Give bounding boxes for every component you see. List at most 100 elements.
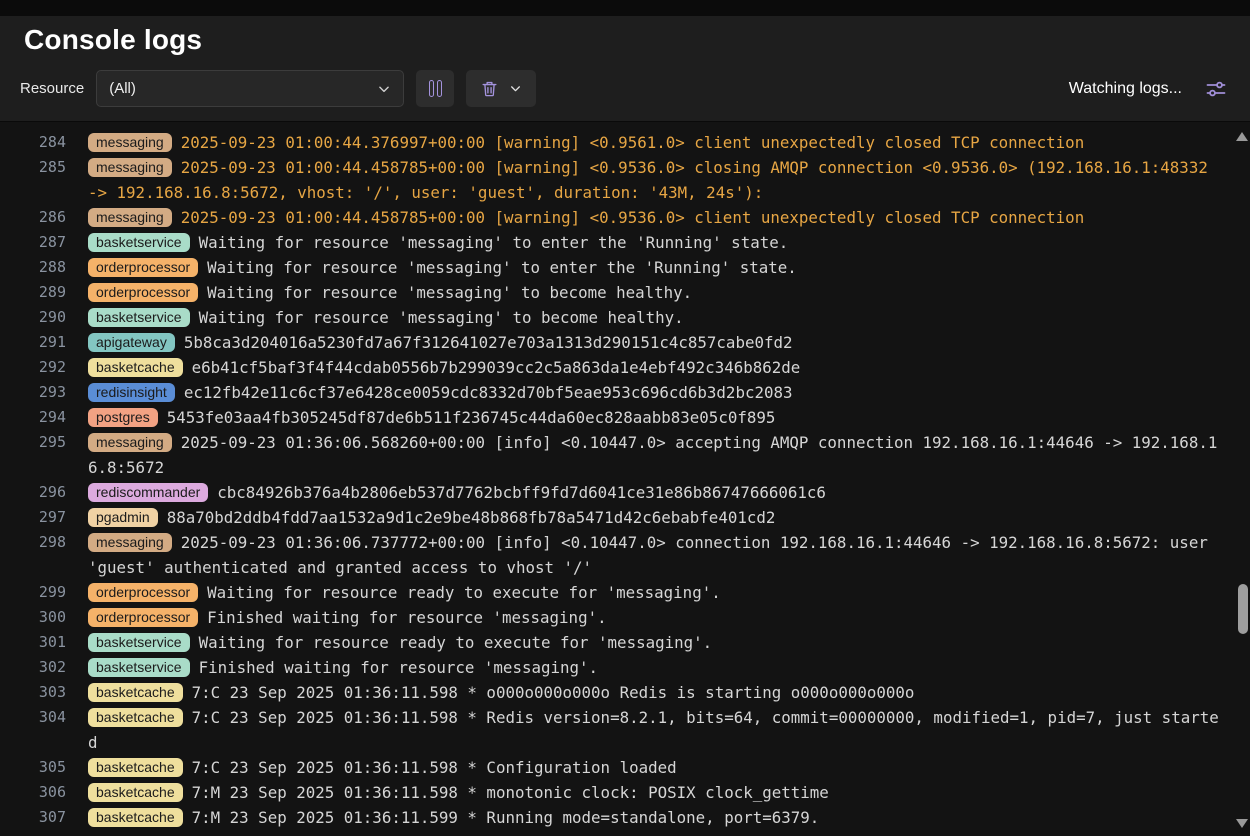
line-number: 307 bbox=[0, 805, 66, 830]
log-row: 293redisinsightec12fb42e11c6cf37e6428ce0… bbox=[0, 380, 1224, 405]
log-row: 302 basketservice Finished waiting for res… bbox=[0, 655, 1224, 680]
vertical-scrollbar[interactable] bbox=[1234, 122, 1250, 836]
log-text: 7:M 23 Sep 2025 01:36:11.599 * Running m… bbox=[192, 808, 820, 827]
scroll-down-arrow-icon[interactable] bbox=[1236, 819, 1248, 828]
resource-badge: basketcache bbox=[88, 358, 183, 377]
log-content: messaging2025-09-23 01:00:44.458785+00:0… bbox=[66, 155, 1224, 205]
resource-badge: basketcache bbox=[88, 783, 183, 802]
log-content: apigateway5b8ca3d204016a5230fd7a67f31264… bbox=[66, 330, 1224, 355]
page-header: Console logs Resource (All) bbox=[0, 16, 1250, 122]
chevron-down-icon[interactable] bbox=[509, 82, 522, 95]
toolbar: Resource (All) bbox=[0, 70, 1250, 121]
line-number: 294 bbox=[0, 405, 66, 430]
line-number: 300 bbox=[0, 605, 66, 630]
log-text: Waiting for resource 'messaging' to ente… bbox=[207, 258, 797, 277]
log-content: orderprocessorFinished waiting for resou… bbox=[66, 605, 1224, 630]
log-text: 7:C 23 Sep 2025 01:36:11.598 * o000o000o… bbox=[192, 683, 915, 702]
log-text: 2025-09-23 01:36:06.568260+00:00 [info] … bbox=[88, 433, 1217, 477]
resource-badge: basketcache bbox=[88, 683, 183, 702]
log-content: basketserviceWaiting for resource ready … bbox=[66, 630, 1224, 655]
log-text: 2025-09-23 01:36:06.737772+00:00 [info] … bbox=[88, 533, 1217, 577]
log-row: 306basketcache7:M 23 Sep 2025 01:36:11.5… bbox=[0, 780, 1224, 805]
log-content: redisinsightec12fb42e11c6cf37e6428ce0059… bbox=[66, 380, 1224, 405]
log-row: 291apigateway5b8ca3d204016a5230fd7a67f31… bbox=[0, 330, 1224, 355]
resource-select[interactable]: (All) bbox=[96, 70, 404, 107]
log-content: basketcache 7:M 23 Sep 2025 01:36:11.598 … bbox=[66, 780, 1224, 805]
log-row: 287basketserviceWaiting for resource 'me… bbox=[0, 230, 1224, 255]
log-list: 284messaging2025-09-23 01:00:44.376997+0… bbox=[0, 130, 1250, 830]
line-number: 291 bbox=[0, 330, 66, 355]
line-number: 295 bbox=[0, 430, 66, 455]
log-text: Waiting for resource ready to execute fo… bbox=[199, 633, 713, 652]
log-row: 297pgadmin88a70bd2ddb4fdd7aa1532a9d1c2e9… bbox=[0, 505, 1224, 530]
log-row: 299orderprocessorWaiting for resource re… bbox=[0, 580, 1224, 605]
log-text: e6b41cf5baf3f4f44cdab0556b7b299039cc2c5a… bbox=[192, 358, 801, 377]
resource-badge: orderprocessor bbox=[88, 583, 198, 602]
log-row: 301basketserviceWaiting for resource rea… bbox=[0, 630, 1224, 655]
log-text: Finished waiting for resource 'messaging… bbox=[207, 608, 606, 627]
line-number: 302 bbox=[0, 655, 66, 680]
log-text: ec12fb42e11c6cf37e6428ce0059cdc8332d70bf… bbox=[184, 383, 793, 402]
line-number: 293 bbox=[0, 380, 66, 405]
resource-select-value: (All) bbox=[109, 80, 136, 97]
resource-badge: postgres bbox=[88, 408, 158, 427]
log-row: 284messaging2025-09-23 01:00:44.376997+0… bbox=[0, 130, 1224, 155]
log-row: 296rediscommandercbc84926b376a4b2806eb53… bbox=[0, 480, 1224, 505]
log-content: messaging2025-09-23 01:36:06.737772+00:0… bbox=[66, 530, 1224, 580]
resource-badge: basketcache bbox=[88, 708, 183, 727]
resource-badge: basketcache bbox=[88, 758, 183, 777]
line-number: 286 bbox=[0, 205, 66, 230]
log-content: basketserviceWaiting for resource 'messa… bbox=[66, 305, 1224, 330]
log-row: 300orderprocessorFinished waiting for re… bbox=[0, 605, 1224, 630]
trash-icon bbox=[480, 79, 499, 98]
log-text: 7:M 23 Sep 2025 01:36:11.598 * monotonic… bbox=[192, 783, 829, 802]
line-number: 284 bbox=[0, 130, 66, 155]
resource-badge: messaging bbox=[88, 533, 172, 552]
log-settings-filter-icon[interactable] bbox=[1204, 77, 1228, 101]
log-text: Waiting for resource 'messaging' to beco… bbox=[207, 283, 692, 302]
log-content: basketcache7:C 23 Sep 2025 01:36:11.598 … bbox=[66, 705, 1224, 755]
resource-badge: messaging bbox=[88, 158, 172, 177]
line-number: 304 bbox=[0, 705, 66, 730]
resource-badge: basketcache bbox=[88, 808, 183, 827]
line-number: 299 bbox=[0, 580, 66, 605]
scroll-up-arrow-icon[interactable] bbox=[1236, 132, 1248, 141]
log-row: 305basketcache7:C 23 Sep 2025 01:36:11.5… bbox=[0, 755, 1224, 780]
log-text: 88a70bd2ddb4fdd7aa1532a9d1c2e9be48b868fb… bbox=[167, 508, 776, 527]
log-row: 295messaging2025-09-23 01:36:06.568260+0… bbox=[0, 430, 1224, 480]
log-content: basketcache e6b41cf5baf3f4f44cdab0556b7b2… bbox=[66, 355, 1224, 380]
log-row: 288orderprocessorWaiting for resource 'm… bbox=[0, 255, 1224, 280]
log-content: orderprocessorWaiting for resource ready… bbox=[66, 580, 1224, 605]
log-row: 292basketcachee6b41cf5baf3f4f44cdab0556b… bbox=[0, 355, 1224, 380]
resource-badge: basketservice bbox=[88, 233, 190, 252]
log-text: Finished waiting for resource 'messaging… bbox=[199, 658, 598, 677]
log-text: cbc84926b376a4b2806eb537d7762bcbff9fd7d6… bbox=[217, 483, 826, 502]
log-text: Waiting for resource 'messaging' to beco… bbox=[199, 308, 684, 327]
log-content: basketservice Finished waiting for resour… bbox=[66, 655, 1224, 680]
log-content: messaging2025-09-23 01:00:44.376997+00:0… bbox=[66, 130, 1224, 155]
log-row: 285messaging2025-09-23 01:00:44.458785+0… bbox=[0, 155, 1224, 205]
scrollbar-thumb[interactable] bbox=[1238, 584, 1248, 634]
page-title: Console logs bbox=[24, 24, 1250, 56]
log-row: 294postgres5453fe03aa4fb305245df87de6b51… bbox=[0, 405, 1224, 430]
line-number: 305 bbox=[0, 755, 66, 780]
resource-label: Resource bbox=[20, 80, 84, 97]
resource-badge: basketservice bbox=[88, 658, 190, 677]
log-content: messaging2025-09-23 01:36:06.568260+00:0… bbox=[66, 430, 1224, 480]
line-number: 287 bbox=[0, 230, 66, 255]
line-number: 303 bbox=[0, 680, 66, 705]
toolbar-right-group: Watching logs... bbox=[1069, 77, 1228, 101]
log-text: 2025-09-23 01:00:44.458785+00:00 [warnin… bbox=[88, 158, 1217, 202]
resource-badge: messaging bbox=[88, 133, 172, 152]
line-number: 290 bbox=[0, 305, 66, 330]
log-row: 290basketserviceWaiting for resource 'me… bbox=[0, 305, 1224, 330]
pause-logs-button[interactable] bbox=[416, 70, 454, 107]
console-logs-page: Console logs Resource (All) bbox=[0, 0, 1250, 836]
line-number: 301 bbox=[0, 630, 66, 655]
resource-badge: orderprocessor bbox=[88, 283, 198, 302]
log-content: orderprocessorWaiting for resource 'mess… bbox=[66, 255, 1224, 280]
log-text: 7:C 23 Sep 2025 01:36:11.598 * Redis ver… bbox=[88, 708, 1219, 752]
clear-logs-split-button[interactable] bbox=[466, 70, 536, 107]
log-content: basketcache 7:C 23 Sep 2025 01:36:11.598 … bbox=[66, 680, 1224, 705]
log-text: 2025-09-23 01:00:44.458785+00:00 [warnin… bbox=[181, 208, 1085, 227]
